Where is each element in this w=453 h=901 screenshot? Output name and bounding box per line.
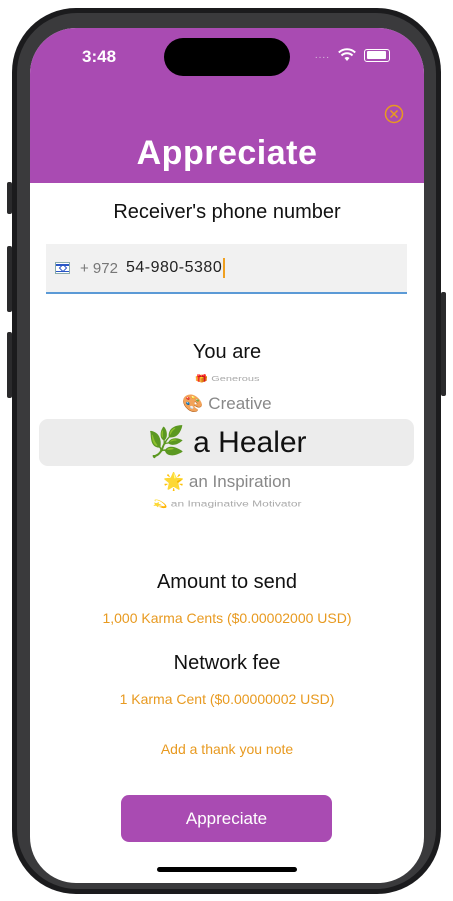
network-fee-label: Network fee [173,652,281,674]
herb-icon: 🌿 [147,426,185,459]
sparkle-icon: 💫 [152,499,168,509]
signal-indicator: .... [314,49,330,61]
picker-option-label: an Inspiration [188,472,291,491]
receiver-label: Receiver's phone number [113,201,341,223]
appreciate-button[interactable]: Appreciate [121,795,332,842]
picker-option[interactable]: 💫 an Imaginative Motivator [30,499,424,508]
picker-option[interactable]: 🌟 an Inspiration [30,472,424,492]
picker-option-label: a Healer [193,426,307,459]
mute-switch [7,182,12,214]
network-fee-value: 1 Karma Cent ($0.00000002 USD) [119,691,335,707]
picker-option-label: Creative [208,394,272,413]
volume-up-button [7,246,12,312]
header: 3:48 .... Appreciate [30,28,424,183]
dynamic-island [164,38,290,76]
picker-option[interactable]: 🎁 Generous [30,374,424,383]
picker-option-selected[interactable]: 🌿 a Healer [30,425,424,460]
palette-icon: 🎨 [182,394,204,413]
status-icons: .... [315,48,390,62]
dial-code[interactable]: + 972 [80,260,118,277]
picker-option[interactable]: 🎨 Creative [30,394,424,414]
picker-option-label: Generous [211,374,260,384]
battery-icon [364,48,390,62]
star-icon: 🌟 [163,472,185,491]
close-circle-icon[interactable] [384,104,404,124]
home-indicator[interactable] [157,867,297,872]
wifi-icon [338,48,356,61]
amount-value: 1,000 Karma Cents ($0.00002000 USD) [102,610,352,626]
text-cursor [223,258,226,278]
add-thank-you-note-link[interactable]: Add a thank you note [30,741,424,757]
gift-icon: 🎁 [194,374,209,384]
you-are-label: You are [192,341,262,363]
amount-label: Amount to send [156,571,298,593]
phone-number-input[interactable]: 54-980-5380 [126,259,222,277]
volume-down-button [7,332,12,398]
screen: 3:48 .... Appreciate Receiver's phone nu… [30,28,424,883]
power-button [441,292,446,396]
picker-option-label: an Imaginative Motivator [170,499,302,509]
page-title: Appreciate [136,134,318,172]
status-time: 3:48 [82,47,117,66]
israel-flag-icon[interactable] [55,262,70,274]
phone-number-field[interactable]: + 972 54-980-5380 [46,244,407,294]
